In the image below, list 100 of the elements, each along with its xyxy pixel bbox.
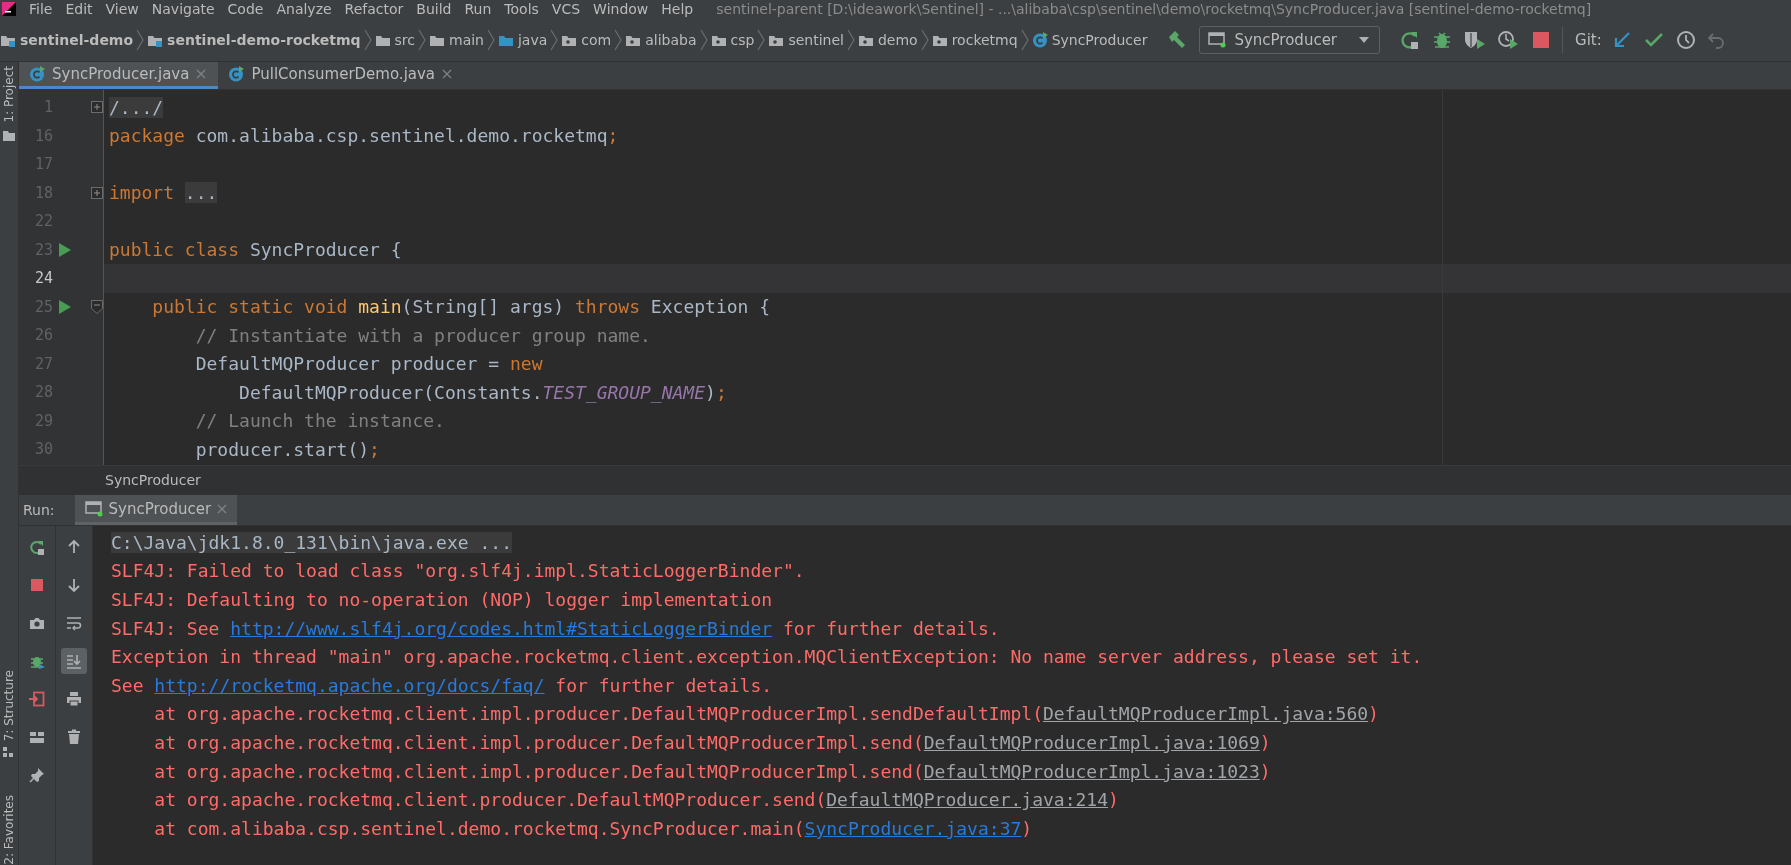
- menu-item[interactable]: VCS: [551, 1, 581, 17]
- menu-item[interactable]: Refactor: [344, 1, 404, 17]
- app-icon[interactable]: [2, 2, 16, 16]
- breadcrumb-item[interactable]: sentinel-demo-rocketmq: [147, 31, 361, 48]
- fold-collapse-icon[interactable]: [91, 299, 103, 314]
- breadcrumb-item[interactable]: csp: [710, 31, 755, 48]
- chevron-icon: [757, 28, 766, 51]
- close-icon[interactable]: [442, 69, 453, 79]
- up-arrow-icon: [66, 539, 82, 555]
- structure-icon: [3, 747, 15, 760]
- layout-icon: [29, 729, 45, 745]
- printer-icon: [66, 691, 82, 707]
- menu-item[interactable]: Navigate: [151, 1, 215, 17]
- chevron-icon: [614, 28, 623, 51]
- source-link[interactable]: DefaultMQProducer.java:214: [826, 789, 1108, 811]
- run-icon[interactable]: [59, 242, 71, 257]
- source-link[interactable]: DefaultMQProducerImpl.java:1023: [923, 760, 1260, 782]
- bug-icon[interactable]: [1432, 29, 1453, 50]
- code-line: // Launch the instance.: [194, 410, 445, 432]
- code-line: package com.alibaba.csp.sentinel.demo.rocketmq;: [109, 125, 619, 147]
- source-link[interactable]: DefaultMQProducerImpl.java:560: [1043, 703, 1369, 725]
- menu-item[interactable]: File: [29, 1, 53, 17]
- code-line: public static void main(String[] args) throws Exception {: [151, 296, 771, 318]
- shield-run-icon[interactable]: [1464, 29, 1487, 50]
- editor-breadcrumb[interactable]: SyncProducer: [105, 472, 201, 488]
- breadcrumb-item[interactable]: com: [561, 31, 612, 48]
- close-icon[interactable]: [196, 69, 207, 79]
- folded-code[interactable]: ...: [184, 182, 218, 204]
- breadcrumb-item[interactable]: sentinel-demo: [0, 31, 134, 48]
- side-tab[interactable]: 7: Structure: [2, 669, 16, 742]
- class-icon: [228, 66, 245, 82]
- console-line: at org.apache.rocketmq.client.impl.producer.DefaultMQProducerImpl.send(DefaultMQProducerImpl.java:1069): [153, 731, 1271, 753]
- run-tab[interactable]: SyncProducer: [74, 495, 238, 525]
- class-icon: [1031, 31, 1048, 48]
- breadcrumb-item[interactable]: SyncProducer: [1031, 31, 1148, 48]
- close-icon[interactable]: [217, 503, 228, 514]
- scroll-to-end-button[interactable]: [61, 648, 87, 674]
- run-configuration-dropdown[interactable]: SyncProducer: [1199, 25, 1381, 54]
- side-tab[interactable]: 2: Favorites: [2, 795, 16, 865]
- code-line: public class SyncProducer {: [109, 239, 402, 261]
- run-icon[interactable]: [59, 299, 71, 314]
- console-line: SLF4J: Failed to load class "org.slf4j.impl.StaticLoggerBinder".: [111, 560, 805, 582]
- menu-item[interactable]: Tools: [504, 1, 539, 17]
- editor-tab[interactable]: PullConsumerDemo.java: [218, 62, 465, 89]
- code-line: DefaultMQProducer(Constants.TEST_GROUP_NAME);: [238, 381, 727, 403]
- rerun-icon: [29, 539, 45, 555]
- trash-icon: [66, 729, 82, 745]
- menu-item[interactable]: Help: [661, 1, 694, 17]
- menu-item[interactable]: Code: [227, 1, 264, 17]
- breadcrumb-item[interactable]: src: [374, 31, 415, 48]
- side-tab[interactable]: 1: Project: [2, 66, 16, 123]
- git-label: Git:: [1575, 30, 1602, 49]
- console-line: at org.apache.rocketmq.client.producer.DefaultMQProducer.send(DefaultMQProducer.java:214): [153, 789, 1119, 811]
- fold-expand-icon[interactable]: [91, 186, 103, 199]
- console-line: at org.apache.rocketmq.client.impl.producer.DefaultMQProducerImpl.send(DefaultMQProducerImpl.java:1023): [153, 760, 1271, 782]
- breadcrumb-item[interactable]: rocketmq: [931, 31, 1018, 48]
- chevron-icon: [699, 28, 708, 51]
- soft-wrap-icon: [66, 615, 82, 631]
- breadcrumb-item[interactable]: main: [429, 31, 484, 48]
- rerun-icon[interactable]: [1400, 29, 1421, 50]
- history-icon[interactable]: [1675, 29, 1696, 50]
- line-number: 24: [33, 269, 53, 288]
- breadcrumb-item[interactable]: demo: [857, 31, 918, 48]
- fold-expand-icon[interactable]: [91, 101, 103, 114]
- breadcrumb-item[interactable]: java: [498, 31, 548, 48]
- chevron-icon: [418, 28, 426, 51]
- link[interactable]: http://www.slf4j.org/codes.html#StaticLoggerBinder: [230, 617, 773, 639]
- chevron-icon: [846, 28, 855, 51]
- link[interactable]: SyncProducer.java:37: [804, 817, 1022, 839]
- link[interactable]: http://rocketmq.apache.org/docs/faq/: [154, 674, 545, 696]
- code-line: producer.start();: [194, 438, 380, 460]
- menu-item[interactable]: View: [105, 1, 139, 17]
- folded-code[interactable]: /.../: [109, 96, 164, 118]
- folder-icon: [3, 128, 15, 141]
- run-label: Run:: [22, 501, 56, 520]
- console-line: Exception in thread "main" org.apache.rocketmq.client.exception.MQClientException: No name server address, please set it.: [111, 646, 1423, 668]
- menu-item[interactable]: Build: [416, 1, 452, 17]
- camera-icon: [29, 615, 45, 631]
- hammer-icon[interactable]: [1167, 29, 1188, 50]
- scroll-to-end-icon: [66, 653, 82, 669]
- stop-icon[interactable]: [1532, 30, 1551, 49]
- source-link[interactable]: DefaultMQProducerImpl.java:1069: [923, 731, 1260, 753]
- chevron-icon: [136, 28, 145, 51]
- chevron-icon: [550, 28, 559, 51]
- run-window-icon: [1208, 31, 1227, 48]
- code-text: import: [109, 182, 176, 204]
- run-window-icon: [84, 500, 103, 517]
- chevron-icon: [363, 28, 372, 51]
- menu-item[interactable]: Window: [593, 1, 649, 17]
- stop-icon: [29, 577, 45, 593]
- editor-tab[interactable]: SyncProducer.java: [19, 62, 219, 89]
- menu-item[interactable]: Edit: [65, 1, 93, 17]
- menu-item[interactable]: Run: [464, 1, 492, 17]
- code-line: // Instantiate with a producer group name.: [194, 324, 651, 346]
- class-icon: [29, 66, 45, 82]
- pin-icon: [29, 767, 45, 783]
- breadcrumb-item[interactable]: sentinel: [768, 31, 844, 48]
- console-line: SLF4J: See http://www.slf4j.org/codes.html#StaticLoggerBinder for further details.: [111, 617, 1000, 639]
- breadcrumb-item[interactable]: alibaba: [625, 31, 697, 48]
- menu-item[interactable]: Analyze: [276, 1, 332, 17]
